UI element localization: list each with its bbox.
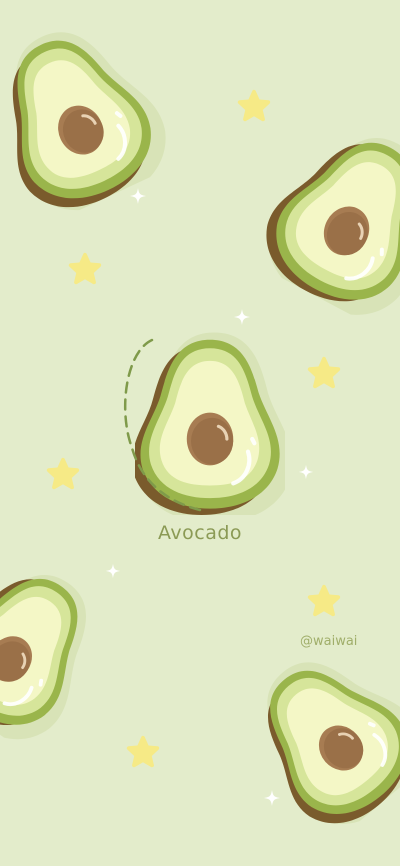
- avocado-wallpaper: Avocado @waiwai: [0, 0, 400, 866]
- sparkle-icon: [298, 464, 314, 480]
- wallpaper-artwork: [0, 0, 400, 866]
- avocado-half-top-right: [244, 107, 400, 337]
- avocado-half-center: [132, 332, 292, 522]
- sparkle-icon: [105, 563, 121, 579]
- sparkle-icon: [264, 790, 280, 806]
- star-icon: [126, 735, 160, 768]
- avocado-half-bottom-left: [0, 541, 125, 763]
- sparkle-icon: [130, 188, 146, 204]
- star-icon: [68, 252, 102, 285]
- artist-handle: @waiwai: [300, 634, 358, 649]
- avocado-half-top-left: [0, 6, 185, 234]
- star-icon: [46, 457, 80, 490]
- star-icon: [307, 356, 341, 389]
- sparkle-icon: [234, 309, 250, 325]
- star-icon: [307, 584, 341, 617]
- avocado-half-bottom-right: [226, 628, 400, 851]
- avocado-title: Avocado: [158, 522, 243, 544]
- star-icon: [237, 89, 271, 122]
